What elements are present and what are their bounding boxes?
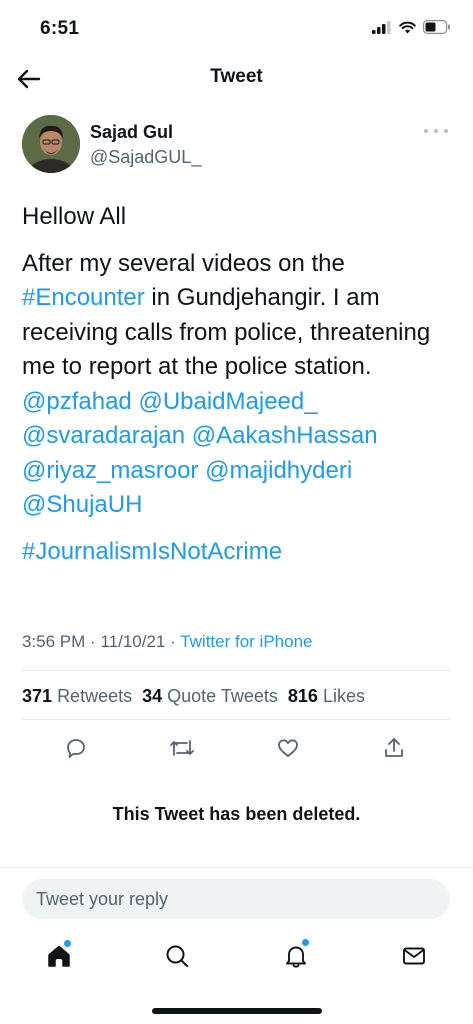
avatar[interactable]	[22, 115, 80, 173]
tweet-greeting: Hellow All	[22, 203, 127, 230]
wifi-icon	[399, 21, 416, 33]
divider	[22, 670, 450, 671]
mention-link[interactable]: @ShujaUH	[22, 491, 142, 518]
tweet-date: 11/10/21	[100, 632, 166, 651]
status-bar: 6:51	[0, 0, 473, 56]
tweet-actions	[0, 732, 473, 764]
more-options-icon[interactable]	[424, 123, 448, 139]
retweets-stat[interactable]: 371 Retweets	[22, 686, 132, 707]
battery-icon	[423, 20, 450, 34]
reply-box[interactable]	[22, 879, 450, 919]
mention-link[interactable]: @AakashHassan	[192, 422, 378, 449]
tweet-author: Sajad Gul @SajadGUL_	[22, 115, 452, 175]
notifications-badge	[301, 938, 310, 947]
mentions: @pzfahad @UbaidMajeed_ @svaradarajan @Aa…	[22, 385, 452, 523]
tweet-time: 3:56 PM	[22, 632, 86, 651]
divider	[0, 867, 473, 868]
meta-separator: ·	[90, 632, 96, 651]
retweets-count: 371	[22, 686, 53, 706]
reply-input[interactable]	[36, 879, 436, 919]
bottom-tab-bar	[0, 938, 473, 978]
search-icon	[166, 945, 188, 967]
tweet-source-link[interactable]: Twitter for iPhone	[180, 632, 312, 651]
author-handle[interactable]: @SajadGUL_	[90, 147, 201, 168]
tab-home[interactable]	[41, 938, 77, 974]
mention-link[interactable]: @svaradarajan	[22, 422, 185, 449]
hashtag-link[interactable]: #Encounter	[22, 284, 145, 311]
likes-stat[interactable]: 816 Likes	[288, 686, 365, 707]
quote-tweets-stat[interactable]: 34 Quote Tweets	[142, 686, 278, 707]
quotes-count: 34	[142, 686, 163, 706]
quotes-label: Quote Tweets	[167, 686, 278, 706]
tab-search[interactable]	[159, 938, 195, 974]
divider	[22, 719, 450, 720]
tab-messages[interactable]	[396, 938, 432, 974]
mention-link[interactable]: @UbaidMajeed_	[138, 388, 317, 415]
avatar-photo	[22, 115, 80, 173]
nav-header: Tweet	[0, 56, 473, 100]
status-icons	[372, 20, 451, 34]
like-icon[interactable]	[272, 732, 304, 764]
share-icon[interactable]	[378, 732, 410, 764]
tweet-body-text: After my several videos on the	[22, 249, 345, 277]
mention-link[interactable]: @pzfahad	[22, 388, 132, 415]
home-badge	[63, 939, 72, 948]
home-indicator	[152, 1008, 322, 1014]
page-title: Tweet	[210, 66, 263, 87]
tweet-body: After my several videos on the #Encounte…	[22, 247, 452, 385]
retweet-icon[interactable]	[166, 732, 198, 764]
reply-icon[interactable]	[60, 732, 92, 764]
cellular-signal-icon	[372, 20, 391, 34]
tweet-text: Hellow All After my several videos on th…	[22, 200, 452, 569]
mention-link[interactable]: @riyaz_masroor	[22, 457, 198, 484]
deleted-tweet-notice: This Tweet has been deleted.	[112, 804, 361, 824]
tweet-meta: 3:56 PM · 11/10/21 · Twitter for iPhone	[22, 632, 312, 652]
likes-label: Likes	[322, 686, 365, 706]
tab-notifications[interactable]	[278, 938, 314, 974]
tweet-stats: 371 Retweets 34 Quote Tweets 816 Likes	[22, 686, 365, 707]
status-time: 6:51	[40, 18, 80, 39]
messages-icon	[403, 947, 425, 965]
author-name[interactable]: Sajad Gul	[90, 122, 173, 143]
retweets-label: Retweets	[57, 686, 133, 706]
hashtag-link[interactable]: #JournalismIsNotAcrime	[22, 538, 282, 565]
likes-count: 816	[287, 686, 318, 706]
meta-separator: ·	[170, 632, 176, 651]
mention-link[interactable]: @majidhyderi	[205, 457, 352, 484]
